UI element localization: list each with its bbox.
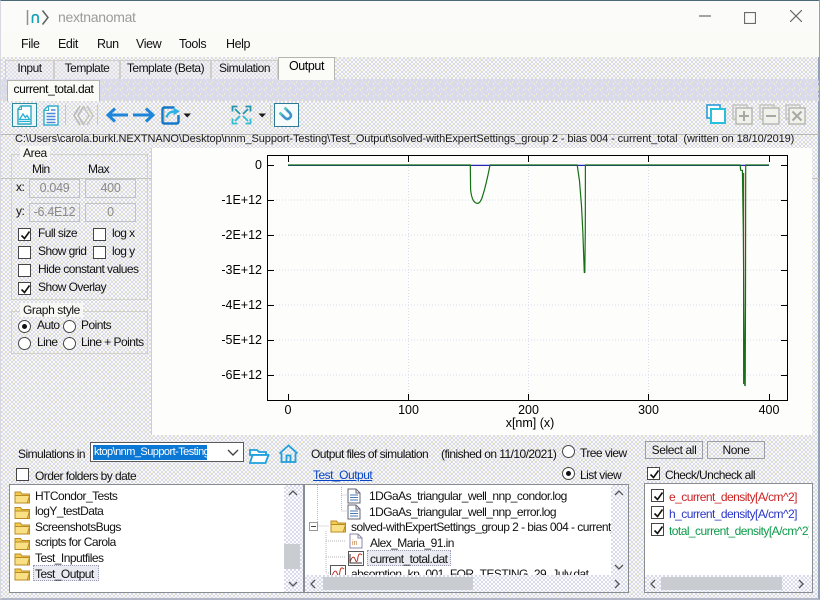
svg-text:100: 100 (398, 403, 419, 417)
svg-text:-2E+12: -2E+12 (221, 228, 262, 242)
svg-text:0: 0 (285, 403, 292, 417)
svg-text:300: 300 (638, 403, 659, 417)
svg-text:-6E+12: -6E+12 (221, 368, 262, 382)
svg-text:in: in (352, 540, 358, 547)
svg-text:200: 200 (518, 403, 539, 417)
svg-text:400: 400 (759, 403, 780, 417)
svg-text:-1E+12: -1E+12 (221, 193, 262, 207)
svg-text:x[nm] (x): x[nm] (x) (506, 416, 555, 430)
svg-text:0: 0 (255, 158, 262, 172)
svg-text:-3E+12: -3E+12 (221, 263, 262, 277)
svg-text:-4E+12: -4E+12 (221, 298, 262, 312)
svg-text:-5E+12: -5E+12 (221, 333, 262, 347)
